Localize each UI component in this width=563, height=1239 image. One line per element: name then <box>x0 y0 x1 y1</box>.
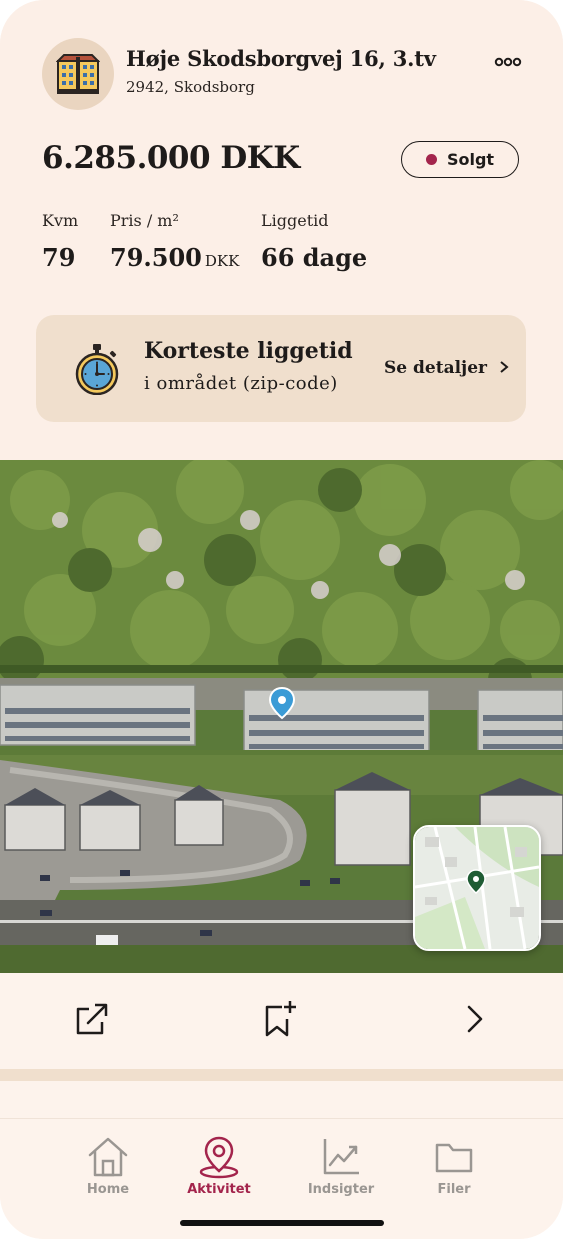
status-dot <box>425 154 437 165</box>
stat-value-price-number: 79.500 <box>110 243 202 272</box>
stat-value-liggetid: 66 dage <box>261 243 368 272</box>
mini-map-thumbnail[interactable] <box>413 825 541 951</box>
see-details-link[interactable]: Se detaljer <box>384 358 509 378</box>
more-dots-icon <box>494 57 522 67</box>
see-details-label: Se detaljer <box>384 358 487 378</box>
chevron-right-small-icon <box>500 361 509 373</box>
chart-icon <box>323 1139 359 1175</box>
nav-label-indsigter: Indsigter <box>307 1182 375 1197</box>
nav-label-filer: Filer <box>437 1182 471 1197</box>
stat-value-price-unit: DKK <box>204 252 240 270</box>
property-zip-city: 2942, Skodsborg <box>126 78 255 96</box>
stat-value-kvm: 79 <box>42 243 76 272</box>
home-indicator[interactable] <box>180 1220 384 1226</box>
nav-item-filer[interactable]: Filer <box>404 1135 504 1197</box>
phone-screen: Høje Skodsborgvej 16, 3.tv 2942, Skodsbo… <box>0 0 563 1239</box>
stat-value-price-per-m2: 79.500 DKK <box>110 243 239 272</box>
card-title: Korteste liggetid <box>144 338 353 364</box>
section-divider <box>0 1069 563 1081</box>
bookmark-add-icon <box>265 1001 296 1037</box>
action-bar <box>0 974 563 1069</box>
nav-label-aktivitet: Aktivitet <box>187 1182 251 1197</box>
mini-map <box>415 827 539 949</box>
chevron-right-icon <box>467 1005 483 1033</box>
share-button[interactable] <box>72 999 112 1039</box>
shortest-time-card[interactable]: Korteste liggetid i området (zip-code) S… <box>36 315 526 422</box>
building-avatar <box>42 38 114 110</box>
property-address: Høje Skodsborgvej 16, 3.tv <box>126 46 436 71</box>
share-icon <box>76 1003 108 1035</box>
property-header: Høje Skodsborgvej 16, 3.tv 2942, Skodsbo… <box>0 0 563 460</box>
stat-label-liggetid: Liggetid <box>261 211 329 230</box>
status-badge: Solgt <box>401 141 519 178</box>
more-options-button[interactable] <box>494 52 522 72</box>
status-label: Solgt <box>446 150 495 169</box>
nav-item-home[interactable]: Home <box>58 1135 158 1197</box>
stat-label-kvm: Kvm <box>42 211 79 230</box>
property-price: 6.285.000 DKK <box>42 140 300 176</box>
nav-item-aktivitet[interactable]: Aktivitet <box>169 1135 269 1197</box>
nav-item-indsigter[interactable]: Indsigter <box>291 1135 391 1197</box>
stopwatch-icon <box>74 343 120 399</box>
card-subtitle: i området (zip-code) <box>144 373 338 394</box>
building-icon <box>56 54 100 94</box>
home-icon <box>88 1137 128 1177</box>
stat-label-price-per-m2: Pris / m² <box>110 211 179 230</box>
bookmark-button[interactable] <box>260 999 300 1039</box>
next-button[interactable] <box>456 999 496 1039</box>
folder-icon <box>435 1143 473 1173</box>
nav-label-home: Home <box>86 1182 130 1197</box>
location-pin-icon <box>199 1136 239 1179</box>
